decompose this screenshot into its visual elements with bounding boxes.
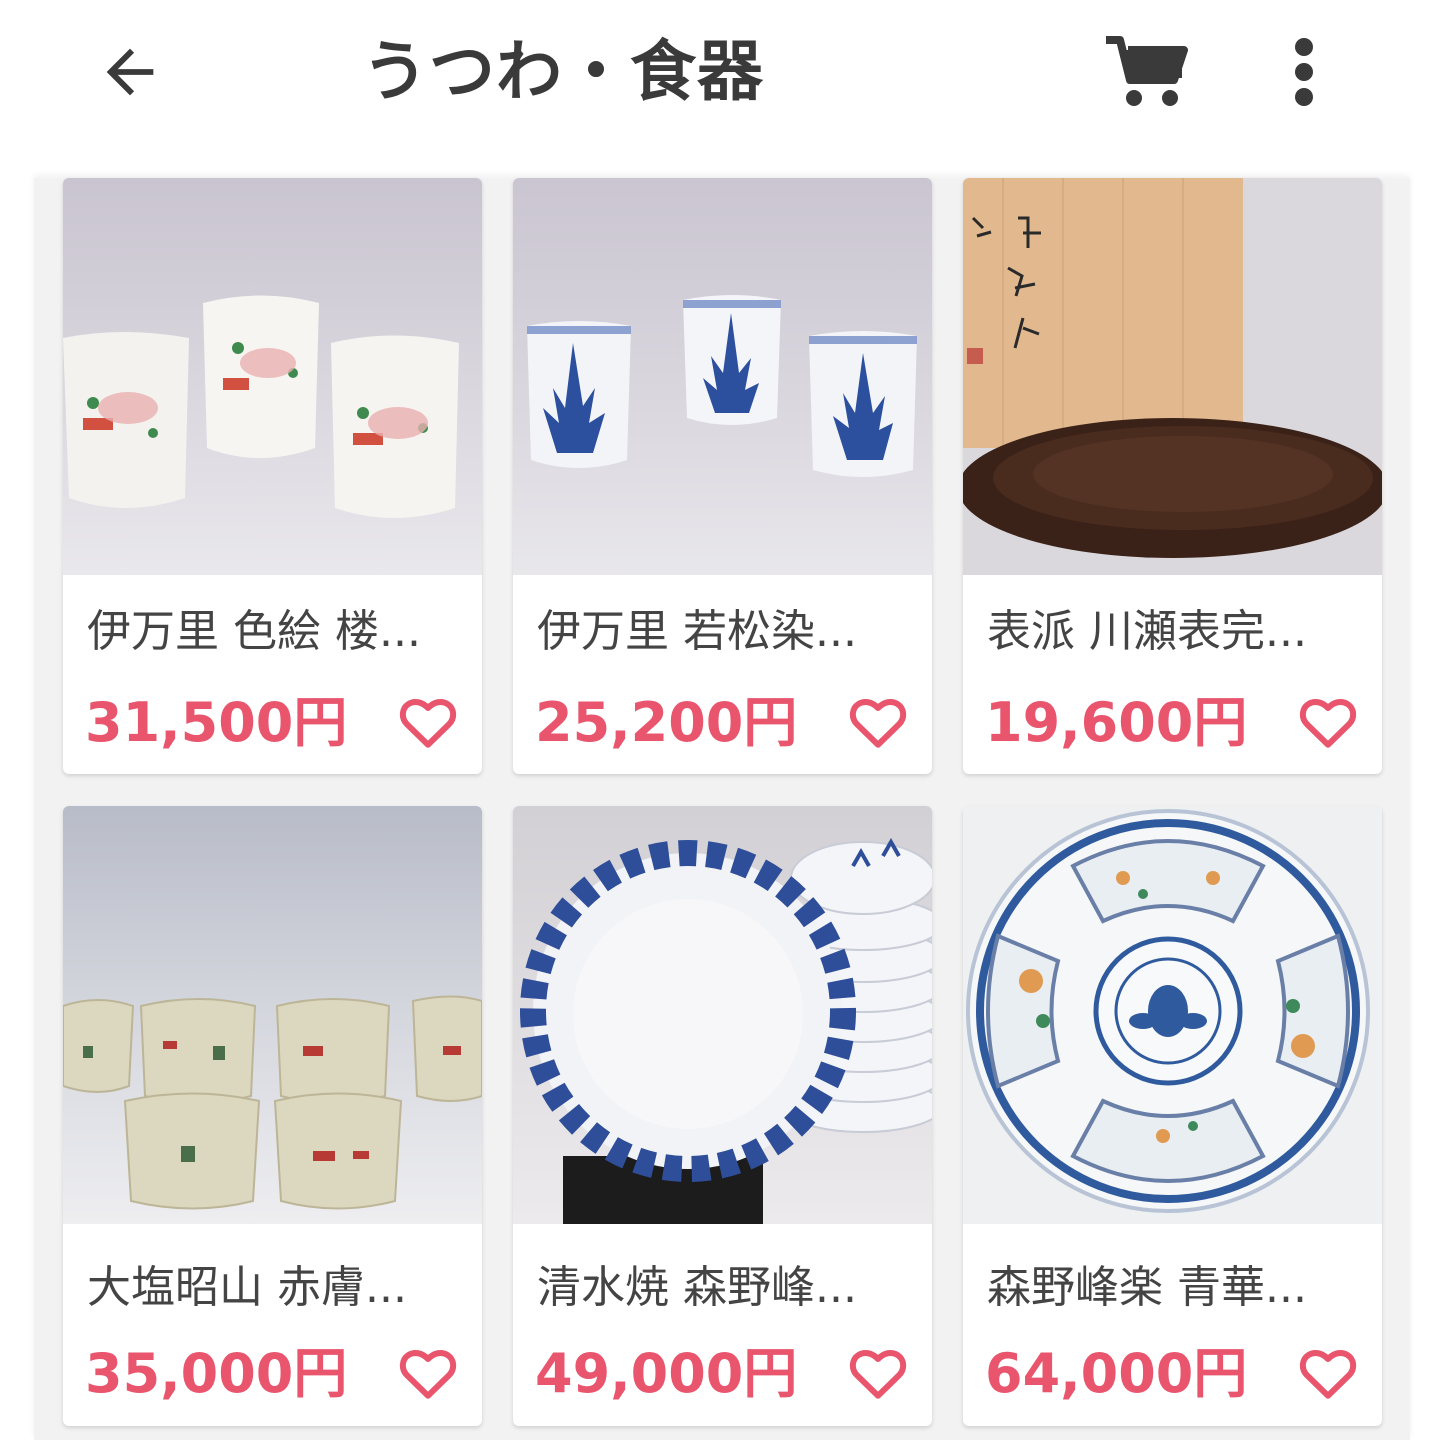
heart-icon [849, 1349, 907, 1399]
product-price: 25,200円 [535, 691, 798, 754]
more-vertical-icon [1295, 38, 1313, 106]
heart-icon [399, 698, 457, 748]
more-options-button[interactable] [1268, 30, 1340, 114]
product-name: 表派 川瀬表完... [987, 606, 1307, 657]
product-price: 64,000円 [985, 1342, 1248, 1405]
product-image [513, 806, 932, 1224]
product-price: 31,500円 [85, 691, 348, 754]
product-name: 伊万里 若松染... [537, 606, 857, 657]
product-name: 大塩昭山 赤膚... [87, 1262, 407, 1313]
favorite-button[interactable] [845, 688, 911, 754]
arrow-left-icon [106, 48, 154, 96]
favorite-button[interactable] [395, 688, 461, 754]
page-title: うつわ・食器 [362, 33, 764, 110]
product-image [963, 178, 1382, 575]
product-card[interactable]: 大塩昭山 赤膚... 35,000円 [63, 806, 482, 1426]
product-image [963, 806, 1382, 1224]
favorite-button[interactable] [395, 1339, 461, 1405]
heart-icon [399, 1349, 457, 1399]
product-card[interactable]: 伊万里 若松染... 25,200円 [513, 178, 932, 774]
product-price: 19,600円 [985, 691, 1248, 754]
product-card[interactable]: 表派 川瀬表完... 19,600円 [963, 178, 1382, 774]
product-name: 清水焼 森野峰... [537, 1262, 857, 1313]
cart-button[interactable] [1100, 30, 1192, 114]
favorite-button[interactable] [845, 1339, 911, 1405]
favorite-button[interactable] [1295, 688, 1361, 754]
product-image [63, 178, 482, 575]
product-card[interactable]: 清水焼 森野峰... 49,000円 [513, 806, 932, 1426]
product-card[interactable]: 伊万里 色絵 楼... 31,500円 [63, 178, 482, 774]
product-card[interactable]: 森野峰楽 青華... 64,000円 [963, 806, 1382, 1426]
product-price: 35,000円 [85, 1342, 348, 1405]
product-image [63, 806, 482, 1224]
heart-icon [1299, 1349, 1357, 1399]
product-name: 伊万里 色絵 楼... [87, 606, 421, 657]
favorite-button[interactable] [1295, 1339, 1361, 1405]
app-bar: うつわ・食器 [0, 0, 1440, 160]
heart-icon [849, 698, 907, 748]
cart-icon [1106, 36, 1188, 106]
product-image [513, 178, 932, 575]
product-price: 49,000円 [535, 1342, 798, 1405]
back-button[interactable] [90, 30, 170, 114]
product-name: 森野峰楽 青華... [987, 1262, 1307, 1313]
heart-icon [1299, 698, 1357, 748]
